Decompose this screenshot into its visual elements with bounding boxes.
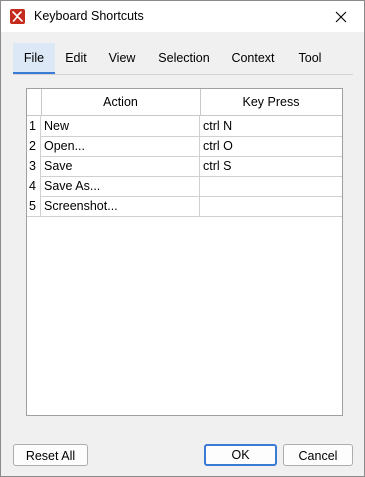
action-cell[interactable]: Save [41, 156, 200, 176]
close-icon [335, 11, 347, 22]
row-number: 5 [27, 196, 41, 216]
title-bar: Keyboard Shortcuts [1, 1, 364, 32]
action-cell[interactable]: Screenshot... [41, 196, 200, 216]
table-header: Action Key Press [27, 89, 342, 116]
key-press-cell[interactable] [200, 176, 342, 196]
tab-context[interactable]: Context [221, 43, 286, 74]
tab-view[interactable]: View [97, 43, 148, 74]
tab-tool[interactable]: Tool [285, 43, 335, 74]
window-title: Keyboard Shortcuts [34, 9, 144, 23]
close-button[interactable] [318, 1, 364, 32]
table-row[interactable]: 1 New ctrl N [27, 116, 342, 137]
column-header-action[interactable]: Action [41, 89, 201, 115]
row-number: 1 [27, 116, 41, 136]
key-press-cell[interactable]: ctrl O [200, 136, 342, 156]
key-press-cell[interactable] [200, 196, 342, 216]
column-header-key-press[interactable]: Key Press [200, 89, 342, 115]
row-number-header [27, 89, 42, 115]
action-cell[interactable]: New [41, 116, 200, 136]
key-press-cell[interactable]: ctrl N [200, 116, 342, 136]
action-cell[interactable]: Open... [41, 136, 200, 156]
tab-bar: File Edit View Selection Context Tool [13, 43, 353, 74]
reset-all-button[interactable]: Reset All [13, 444, 88, 466]
table-row[interactable]: 4 Save As... [27, 176, 342, 197]
cancel-button[interactable]: Cancel [283, 444, 353, 466]
row-number: 2 [27, 136, 41, 156]
tab-selection[interactable]: Selection [147, 43, 222, 74]
shortcuts-table[interactable]: Action Key Press 1 New ctrl N 2 Open... … [26, 88, 343, 416]
key-press-cell[interactable]: ctrl S [200, 156, 342, 176]
keyboard-shortcuts-dialog: Keyboard Shortcuts File Edit View Select… [0, 0, 365, 477]
tab-edit[interactable]: Edit [55, 43, 98, 74]
table-row[interactable]: 3 Save ctrl S [27, 156, 342, 177]
row-number: 4 [27, 176, 41, 196]
app-icon [10, 9, 25, 24]
action-cell[interactable]: Save As... [41, 176, 200, 196]
ok-button[interactable]: OK [204, 444, 277, 466]
table-row[interactable]: 2 Open... ctrl O [27, 136, 342, 157]
row-number: 3 [27, 156, 41, 176]
tab-file[interactable]: File [13, 43, 56, 74]
tab-divider [13, 74, 353, 75]
table-row[interactable]: 5 Screenshot... [27, 196, 342, 217]
